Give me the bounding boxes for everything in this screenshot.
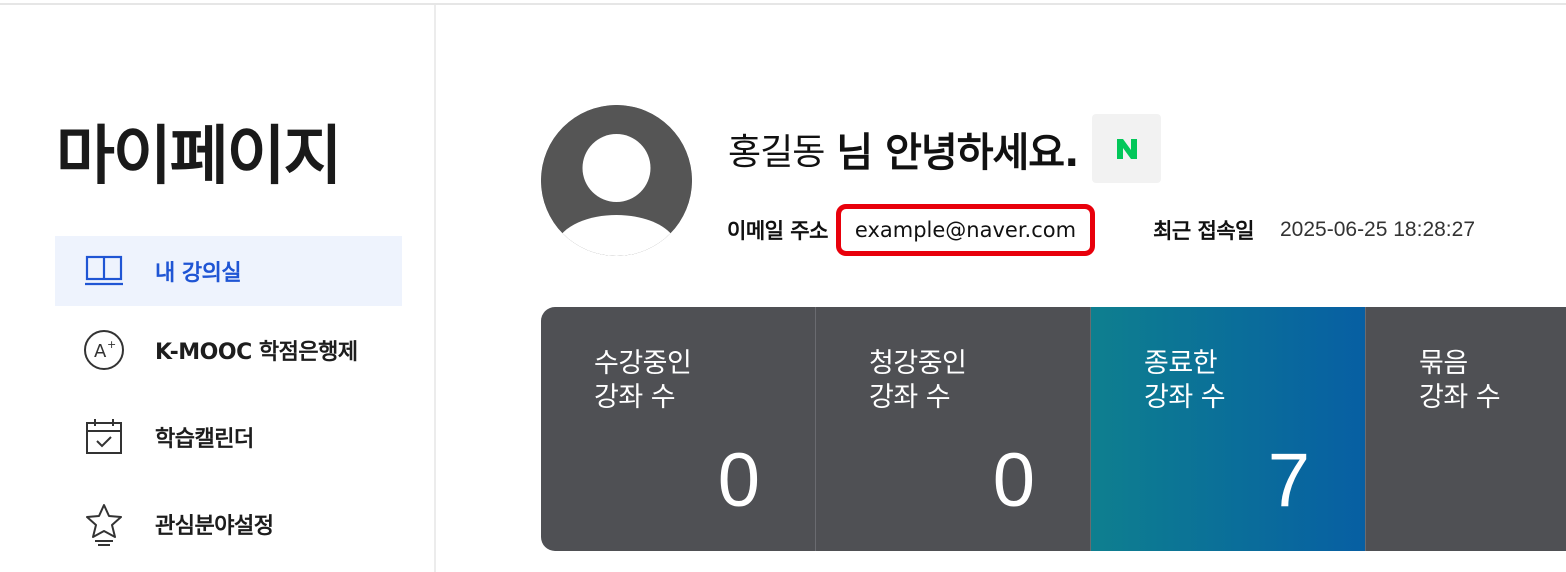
- email-label: 이메일 주소: [727, 219, 828, 243]
- account-info: 이메일 주소 example@naver.com 최근 접속일 2025-06-…: [727, 204, 1475, 256]
- user-avatar-icon: [541, 105, 692, 256]
- stat-label: 종료한 강좌 수: [1144, 348, 1226, 413]
- sidebar-item-label: K-MOOC 학점은행제: [155, 339, 358, 365]
- page-title: 마이페이지: [56, 120, 342, 194]
- star-badge-icon: [83, 503, 125, 546]
- stat-card-auditing[interactable]: 청강중인 강좌 수 0: [816, 307, 1092, 551]
- svg-text:+: +: [107, 338, 116, 351]
- sidebar-item-calendar[interactable]: 학습캘린더: [55, 393, 402, 480]
- stat-card-completed[interactable]: 종료한 강좌 수 7: [1091, 307, 1367, 551]
- email-value: example@naver.com: [835, 204, 1096, 256]
- sidebar-item-label: 관심분야설정: [155, 513, 274, 539]
- sidebar-item-my-classroom[interactable]: 내 강의실: [55, 236, 402, 306]
- sidebar-item-interests[interactable]: 관심분야설정: [55, 480, 402, 567]
- sidebar-item-label: 학습캘린더: [155, 426, 254, 452]
- greeting-text: 님 안녕하세요.: [836, 129, 1079, 176]
- calendar-check-icon: [83, 416, 125, 458]
- stat-label: 묶음 강좌 수: [1419, 348, 1501, 413]
- stat-value: 7: [1267, 438, 1311, 523]
- user-name: 홍길동: [728, 131, 825, 173]
- sidebar-item-credit-bank[interactable]: A + K-MOOC 학점은행제: [55, 306, 402, 393]
- stat-label: 수강중인 강좌 수: [594, 348, 692, 413]
- mypage: 마이페이지 내 강의실 A + K-MOOC 학점은행제 학습캘린더 관심분야설…: [0, 0, 1566, 572]
- stat-label: 청강중인 강좌 수: [869, 348, 967, 413]
- greeting: 홍길동 님 안녕하세요.: [728, 114, 1162, 183]
- book-open-icon: [83, 250, 125, 292]
- stat-value: 0: [717, 438, 761, 523]
- recent-login-value: 2025-06-25 18:28:27: [1280, 218, 1475, 241]
- course-stats: 수강중인 강좌 수 0 청강중인 강좌 수 0 종료한 강좌 수 7 묶음 강좌…: [541, 307, 1566, 551]
- svg-text:A: A: [94, 341, 107, 362]
- stat-value: 0: [992, 438, 1036, 523]
- sidebar: 마이페이지 내 강의실 A + K-MOOC 학점은행제 학습캘린더 관심분야설…: [0, 5, 436, 572]
- naver-n-icon: [1092, 114, 1162, 183]
- stat-card-enrolled[interactable]: 수강중인 강좌 수 0: [541, 307, 817, 551]
- recent-login-label: 최근 접속일: [1153, 219, 1254, 243]
- sidebar-nav: 내 강의실 A + K-MOOC 학점은행제 학습캘린더 관심분야설정: [55, 236, 402, 567]
- a-plus-grade-icon: A +: [83, 329, 125, 371]
- sidebar-item-label: 내 강의실: [155, 261, 242, 286]
- stat-card-bundle[interactable]: 묶음 강좌 수: [1366, 307, 1566, 551]
